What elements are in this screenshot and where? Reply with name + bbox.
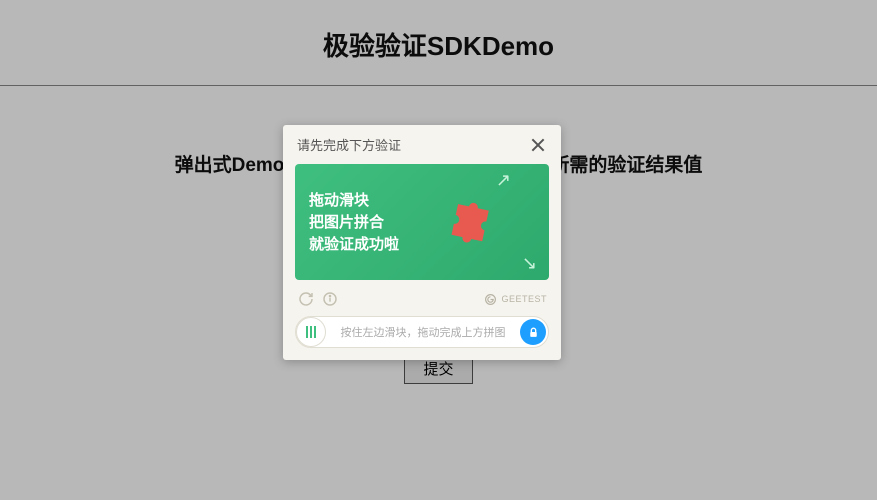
captcha-toolbar: GEETEST xyxy=(283,286,561,310)
geetest-brand: GEETEST xyxy=(484,293,547,306)
puzzle-line2: 把图片拼合 xyxy=(309,212,549,234)
captcha-modal: 请先完成下方验证 拖动滑块 把图片拼合 就验证成功啦 ↗ ↘ GEETEST 按… xyxy=(283,125,561,360)
slider-hint: 按住左边滑块，拖动完成上方拼图 xyxy=(326,324,548,340)
slider-handle[interactable] xyxy=(296,317,326,347)
info-icon[interactable] xyxy=(321,290,339,308)
close-icon[interactable] xyxy=(529,136,547,154)
slider-track[interactable]: 按住左边滑块，拖动完成上方拼图 xyxy=(295,316,549,348)
modal-title: 请先完成下方验证 xyxy=(297,135,401,154)
brand-label: GEETEST xyxy=(501,294,547,304)
geetest-logo-icon xyxy=(484,293,497,306)
arrow-icon: ↘ xyxy=(522,253,537,274)
puzzle-line1: 拖动滑块 xyxy=(309,190,549,212)
refresh-icon[interactable] xyxy=(297,290,315,308)
grip-icon xyxy=(306,326,316,338)
puzzle-piece-icon xyxy=(438,191,504,257)
lock-icon xyxy=(520,319,546,345)
puzzle-line3: 就验证成功啦 xyxy=(309,234,549,256)
captcha-image: 拖动滑块 把图片拼合 就验证成功啦 ↗ ↘ xyxy=(295,164,549,280)
arrow-icon: ↗ xyxy=(496,170,511,191)
